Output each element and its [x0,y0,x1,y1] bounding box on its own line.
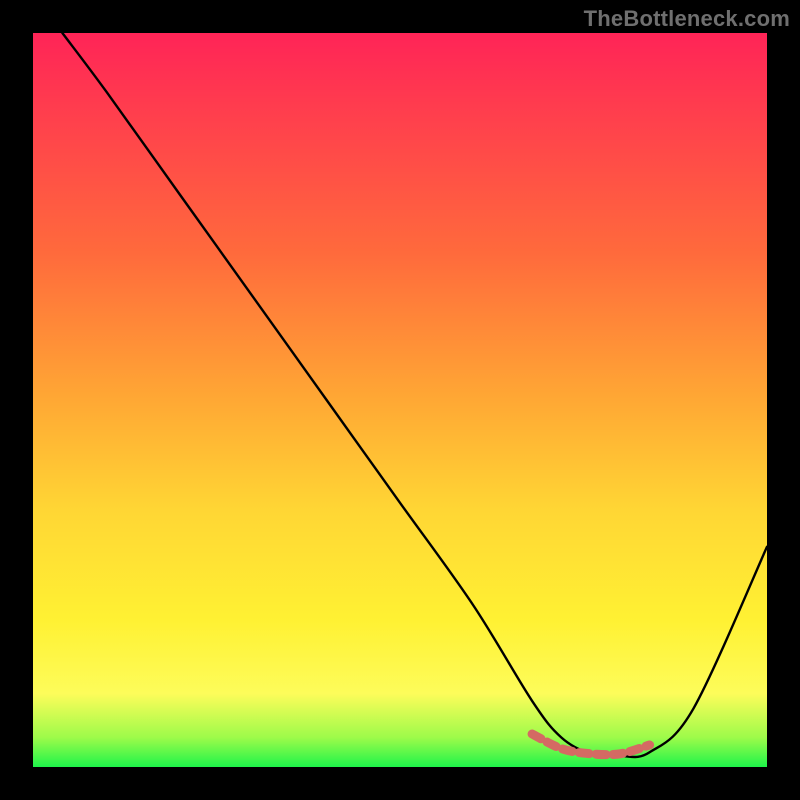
main-curve-path [62,33,767,757]
chart-frame: TheBottleneck.com [0,0,800,800]
plot-area [33,33,767,767]
watermark-text: TheBottleneck.com [584,6,790,32]
chart-svg [33,33,767,767]
bottom-highlight-path [532,734,650,755]
